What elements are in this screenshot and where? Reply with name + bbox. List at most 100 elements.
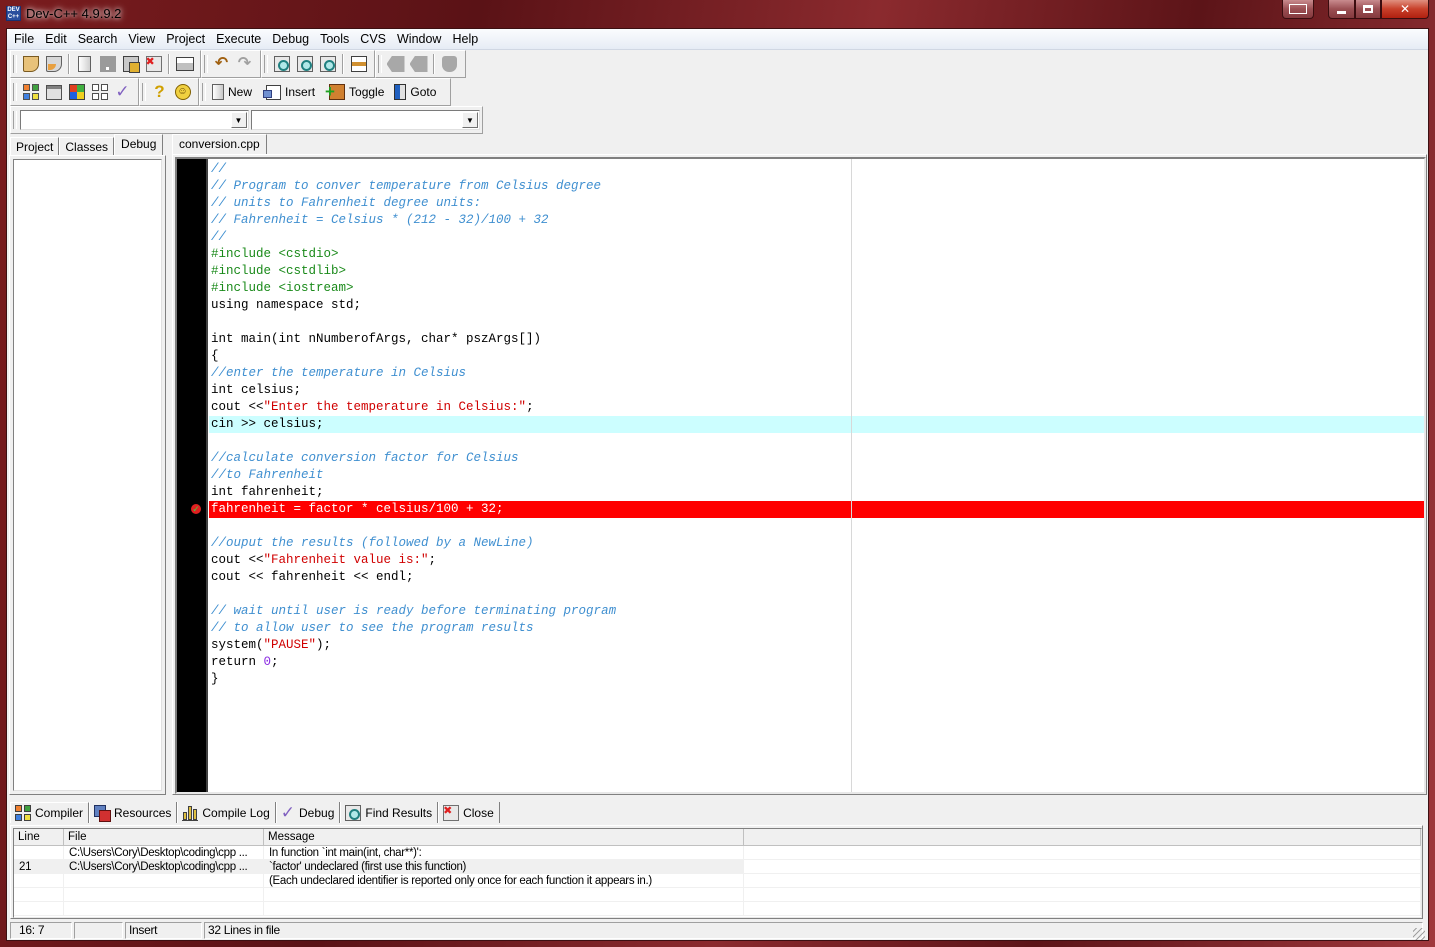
code-line[interactable]: //calculate conversion factor for Celsiu… (209, 450, 1424, 467)
code-line[interactable]: cout <<"Enter the temperature in Celsius… (209, 399, 1424, 416)
code-line-error[interactable]: fahrenheit = factor * celsius/100 + 32; (209, 501, 1424, 518)
tab-debug-output[interactable]: ✓ Debug (275, 802, 341, 823)
code-line[interactable]: int fahrenheit; (209, 484, 1424, 501)
replace-button[interactable] (316, 53, 339, 75)
menu-window[interactable]: Window (392, 29, 447, 49)
tab-classes[interactable]: Classes (59, 137, 115, 156)
toggle-button[interactable]: Toggle (321, 81, 390, 103)
menu-search[interactable]: Search (73, 29, 124, 49)
code-line[interactable]: int main(int nNumberofArgs, char* pszArg… (209, 331, 1424, 348)
code-editor[interactable]: // // Program to conver temperature from … (175, 157, 1426, 794)
tab-compiler[interactable]: Compiler (10, 802, 90, 823)
save-all-button[interactable] (119, 53, 142, 75)
redo-button[interactable]: ↷ (233, 53, 256, 75)
code-line[interactable]: cout <<"Fahrenheit value is:"; (209, 552, 1424, 569)
close-button[interactable]: ✕ (1381, 0, 1429, 19)
debug-button[interactable]: ✓ (111, 81, 134, 103)
code-line-active[interactable]: cin >> celsius; (209, 416, 1424, 433)
menu-project[interactable]: Project (161, 29, 211, 49)
tab-project[interactable]: Project (10, 137, 60, 156)
new-source-button[interactable] (73, 53, 96, 75)
resize-grip[interactable] (1413, 928, 1425, 940)
code-line[interactable]: #include <iostream> (209, 280, 1424, 297)
message-row[interactable]: 21 C:\Users\Cory\Desktop\coding\cpp ... … (14, 860, 1421, 874)
run-button[interactable] (42, 81, 65, 103)
code-line[interactable]: #include <cstdio> (209, 246, 1424, 263)
column-header-message[interactable]: Message (264, 829, 744, 845)
code-line[interactable] (209, 586, 1424, 603)
code-line[interactable]: // units to Fahrenheit degree units: (209, 195, 1424, 212)
tab-close[interactable]: Close (438, 802, 500, 823)
menu-help[interactable]: Help (447, 29, 484, 49)
previous-bookmark-button[interactable] (384, 53, 407, 75)
code-line[interactable]: return 0; (209, 654, 1424, 671)
maximize-button[interactable] (1355, 0, 1381, 19)
message-row[interactable]: (Each undeclared identifier is reported … (14, 874, 1421, 888)
code-line[interactable]: using namespace std; (209, 297, 1424, 314)
new-bookmark-button[interactable]: New (208, 81, 258, 103)
code-line[interactable] (209, 314, 1424, 331)
column-header-line[interactable]: Line (14, 829, 64, 845)
tab-find-results[interactable]: Find Results (340, 802, 439, 823)
minimize-button[interactable] (1328, 0, 1355, 19)
code-line[interactable]: cout << fahrenheit << endl; (209, 569, 1424, 586)
code-line[interactable] (209, 518, 1424, 535)
chevron-down-icon[interactable]: ▼ (462, 112, 478, 128)
undo-button[interactable]: ↶ (210, 53, 233, 75)
code-line[interactable]: int celsius; (209, 382, 1424, 399)
menu-cvs[interactable]: CVS (355, 29, 392, 49)
code-line[interactable]: //ouput the results (followed by a NewLi… (209, 535, 1424, 552)
code-line[interactable]: #include <cstdlib> (209, 263, 1424, 280)
code-line[interactable] (209, 433, 1424, 450)
menu-file[interactable]: File (9, 29, 40, 49)
code-line[interactable]: // Fahrenheit = Celsius * (212 - 32)/100… (209, 212, 1424, 229)
open-project-button[interactable] (19, 53, 42, 75)
menu-tools[interactable]: Tools (315, 29, 355, 49)
save-button[interactable] (96, 53, 119, 75)
find-next-button[interactable] (293, 53, 316, 75)
message-row[interactable]: C:\Users\Cory\Desktop\coding\cpp ... In … (14, 846, 1421, 860)
chevron-down-icon[interactable]: ▼ (230, 112, 247, 128)
member-select[interactable]: ▼ (250, 110, 480, 130)
code-line[interactable]: system("PAUSE"); (209, 637, 1424, 654)
about-button[interactable]: ☺ (171, 81, 194, 103)
reopen-button[interactable] (42, 53, 65, 75)
menu-execute[interactable]: Execute (211, 29, 267, 49)
insert-button[interactable]: Insert (258, 81, 321, 103)
goto-button[interactable]: Goto (390, 81, 442, 103)
error-marker-icon[interactable]: ✓ (191, 504, 201, 514)
code-line[interactable]: // (209, 161, 1424, 178)
snap-window-button[interactable] (1282, 0, 1314, 19)
rebuild-all-button[interactable] (88, 81, 111, 103)
close-file-button[interactable] (142, 53, 165, 75)
message-row[interactable] (14, 902, 1421, 916)
editor-gutter[interactable] (177, 159, 208, 792)
goto-line-button[interactable] (347, 53, 370, 75)
code-line[interactable]: // Program to conver temperature from Ce… (209, 178, 1424, 195)
column-header-file[interactable]: File (64, 829, 264, 845)
tab-resources[interactable]: Resources (89, 802, 178, 823)
debug-watch-list[interactable] (13, 159, 162, 791)
code-line[interactable]: // (209, 229, 1424, 246)
menu-debug[interactable]: Debug (267, 29, 315, 49)
code-line[interactable]: // wait until user is ready before termi… (209, 603, 1424, 620)
help-button[interactable]: ? (148, 81, 171, 103)
compile-run-button[interactable] (65, 81, 88, 103)
code-line[interactable]: } (209, 671, 1424, 688)
code-line[interactable]: //to Fahrenheit (209, 467, 1424, 484)
menu-view[interactable]: View (123, 29, 161, 49)
print-button[interactable] (173, 53, 196, 75)
next-bookmark-button[interactable] (407, 53, 430, 75)
code-line[interactable]: // to allow user to see the program resu… (209, 620, 1424, 637)
code-area[interactable]: // // Program to conver temperature from … (209, 161, 1424, 688)
find-button[interactable] (270, 53, 293, 75)
class-select[interactable]: ▼ (20, 110, 249, 130)
code-line[interactable]: { (209, 348, 1424, 365)
menu-edit[interactable]: Edit (40, 29, 73, 49)
code-line[interactable]: //enter the temperature in Celsius (209, 365, 1424, 382)
tab-conversion-cpp[interactable]: conversion.cpp (172, 134, 267, 154)
shield-button[interactable] (438, 53, 461, 75)
message-row[interactable] (14, 888, 1421, 902)
compile-button[interactable] (19, 81, 42, 103)
app-icon[interactable]: DEV C++ (6, 6, 21, 21)
